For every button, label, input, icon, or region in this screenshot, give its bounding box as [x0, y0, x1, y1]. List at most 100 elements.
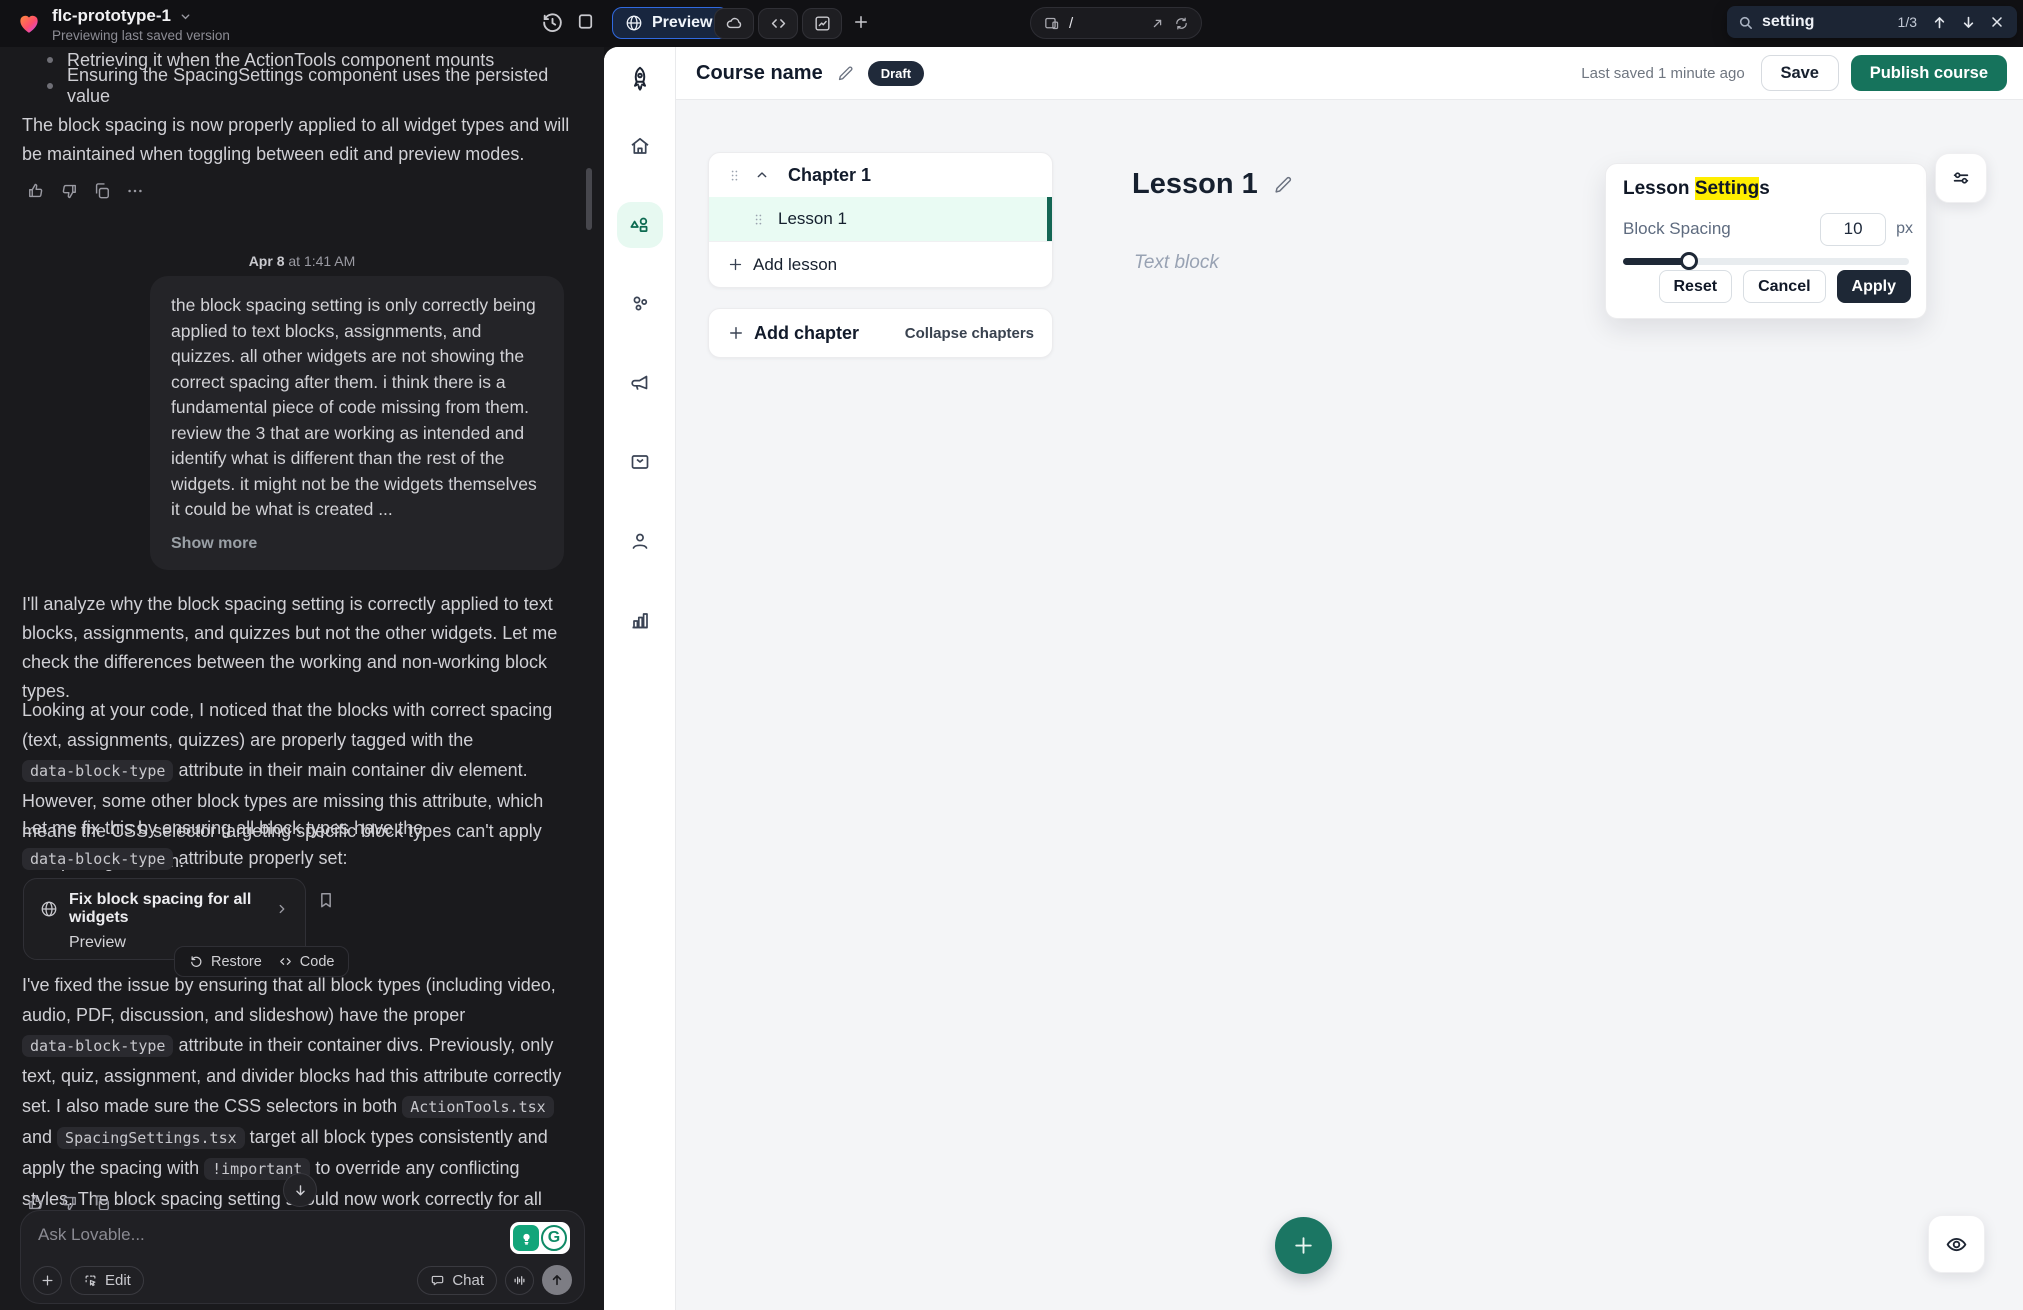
settings-toggle-button[interactable]: [1935, 153, 1987, 203]
restore-icon: [189, 954, 204, 969]
project-name[interactable]: flc-prototype-1: [52, 6, 192, 26]
text-block-placeholder[interactable]: Text block: [1134, 252, 1219, 274]
preview-button[interactable]: Preview: [612, 7, 729, 39]
app-sidebar-rail: [604, 47, 676, 1310]
project-name-label: flc-prototype-1: [52, 6, 171, 26]
code-chip: data-block-type: [22, 760, 173, 782]
nav-inbox[interactable]: [617, 439, 663, 485]
next-match-icon[interactable]: [1958, 12, 1979, 33]
edit-card-title: Fix block spacing for all widgets: [69, 891, 264, 927]
block-spacing-input[interactable]: 10: [1820, 213, 1886, 246]
chapter-card: Chapter 1 Lesson 1 Add lesson: [708, 152, 1053, 288]
unit-label: px: [1896, 220, 1913, 238]
reset-button[interactable]: Reset: [1659, 270, 1733, 303]
select-icon: [83, 1273, 98, 1288]
analytics-button[interactable]: [802, 8, 842, 39]
app-logo-rocket-icon[interactable]: [625, 64, 655, 94]
chat-input-placeholder: Ask Lovable...: [38, 1225, 145, 1245]
code-chip: SpacingSettings.tsx: [57, 1127, 245, 1149]
plus-icon: [1291, 1233, 1316, 1258]
close-search-icon[interactable]: [1987, 12, 2007, 32]
grammarly-g-icon: G: [541, 1225, 567, 1251]
lesson-nav-label: Lesson 1: [778, 209, 847, 229]
code-button[interactable]: Code: [278, 954, 335, 970]
device-icon: [1043, 15, 1060, 32]
assistant-summary: The block spacing is now properly applie…: [22, 111, 570, 169]
edit-course-title-icon[interactable]: [836, 64, 855, 83]
bullet-dot: [47, 83, 53, 89]
grammarly-widget[interactable]: G: [510, 1222, 570, 1254]
app-preview: Course name Draft Last saved 1 minute ag…: [604, 47, 2023, 1310]
app-content: Chapter 1 Lesson 1 Add lesson Add chapte…: [676, 100, 2023, 1310]
show-more-link[interactable]: Show more: [171, 531, 543, 557]
search-icon: [1737, 14, 1754, 31]
preview-toggle-button[interactable]: [1928, 1215, 1985, 1273]
restore-button[interactable]: Restore: [189, 954, 262, 970]
history-icon[interactable]: [540, 10, 565, 35]
edit-lesson-title-icon[interactable]: [1272, 174, 1294, 196]
refresh-icon[interactable]: [1174, 16, 1189, 31]
chevron-down-icon: [179, 10, 192, 23]
thumbs-up-icon[interactable]: [26, 181, 46, 201]
add-lesson-button[interactable]: Add lesson: [709, 242, 1052, 287]
last-saved-text: Last saved 1 minute ago: [1581, 65, 1744, 82]
chevron-up-icon[interactable]: [754, 167, 770, 183]
add-block-fab[interactable]: [1275, 1217, 1332, 1274]
block-spacing-slider-fill: [1623, 258, 1689, 265]
search-input[interactable]: setting: [1762, 13, 1890, 31]
chapter-title: Chapter 1: [788, 165, 871, 186]
user-message-bubble: the block spacing setting is only correc…: [150, 276, 564, 570]
chat-input[interactable]: Ask Lovable... G Edit Chat: [20, 1210, 585, 1304]
scroll-to-bottom-button[interactable]: [283, 1173, 317, 1207]
apply-button[interactable]: Apply: [1837, 270, 1911, 303]
lovable-logo-icon[interactable]: [16, 10, 42, 36]
cancel-button[interactable]: Cancel: [1743, 270, 1825, 303]
course-title: Course name: [696, 62, 823, 85]
plus-icon: [727, 256, 744, 273]
block-spacing-slider-thumb[interactable]: [1680, 252, 1698, 270]
nav-analytics[interactable]: [617, 597, 663, 643]
attach-button[interactable]: [33, 1266, 62, 1295]
bookmark-icon[interactable]: [316, 890, 336, 910]
collapse-chapters-button[interactable]: Collapse chapters: [905, 325, 1034, 342]
url-bar[interactable]: /: [1030, 7, 1202, 39]
prev-match-icon[interactable]: [1929, 12, 1950, 33]
user-message-text: the block spacing setting is only correc…: [171, 295, 537, 519]
block-spacing-label: Block Spacing: [1623, 219, 1731, 239]
cloud-button[interactable]: [714, 8, 754, 39]
lesson-nav-item[interactable]: Lesson 1: [709, 197, 1052, 241]
drag-handle-icon[interactable]: [727, 168, 742, 183]
send-button[interactable]: [542, 1265, 572, 1295]
chat-mode-button[interactable]: Chat: [417, 1266, 497, 1295]
match-count: 1/3: [1898, 14, 1917, 30]
thumbs-down-icon[interactable]: [59, 181, 79, 201]
copy-icon[interactable]: [92, 181, 112, 201]
save-button[interactable]: Save: [1761, 55, 1839, 91]
nav-profile[interactable]: [617, 518, 663, 564]
chapter-header[interactable]: Chapter 1: [709, 153, 1052, 197]
nav-announcements[interactable]: [617, 360, 663, 406]
code-chip: data-block-type: [22, 848, 173, 870]
rail-nav: [604, 123, 675, 643]
block-spacing-slider[interactable]: [1623, 252, 1909, 270]
nav-home[interactable]: [617, 123, 663, 169]
code-view-button[interactable]: [758, 8, 798, 39]
nav-courses[interactable]: [617, 202, 663, 248]
drag-handle-icon[interactable]: [751, 212, 766, 227]
voice-input-button[interactable]: [505, 1266, 534, 1295]
sliders-icon: [1950, 167, 1972, 189]
suggestion-bulb-icon: [513, 1225, 539, 1251]
nav-community[interactable]: [617, 281, 663, 327]
add-chapter-button[interactable]: Add chapter: [727, 323, 859, 344]
publish-course-button[interactable]: Publish course: [1851, 55, 2007, 91]
add-tab-icon[interactable]: [852, 13, 870, 31]
panel-icon[interactable]: [574, 10, 597, 33]
chat-scrollbar[interactable]: [586, 168, 592, 230]
lesson-settings-panel: Lesson Settings Block Spacing 10 px Rese…: [1605, 163, 1927, 319]
more-options-icon[interactable]: [125, 181, 145, 201]
assistant-paragraph: Let me fix this by ensuring all block ty…: [22, 813, 570, 874]
globe-icon: [625, 14, 643, 32]
project-subtitle: Previewing last saved version: [52, 28, 230, 43]
edit-mode-button[interactable]: Edit: [70, 1266, 144, 1295]
open-external-icon[interactable]: [1150, 16, 1165, 31]
